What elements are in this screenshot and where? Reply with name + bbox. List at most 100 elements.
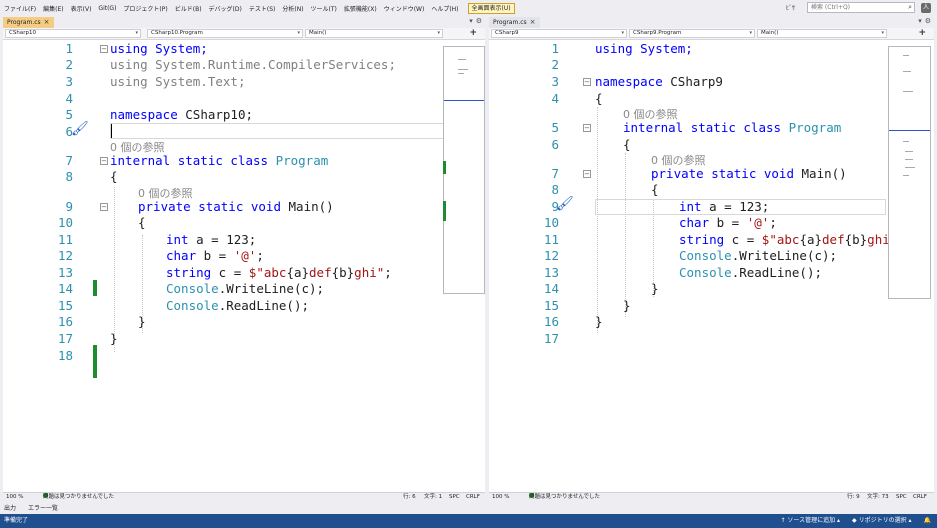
chevron-down-icon[interactable]: ▾ bbox=[469, 17, 473, 25]
column-indicator[interactable]: 文字: 1 bbox=[424, 493, 442, 502]
line-indicator[interactable]: 行: 9 bbox=[847, 493, 860, 502]
line-number: 6 bbox=[551, 137, 559, 152]
zoom-level[interactable]: 100 % bbox=[6, 493, 23, 502]
class-dropdown[interactable]: CSharp9.Program ▾ bbox=[629, 29, 755, 38]
chevron-down-icon: ▾ bbox=[437, 30, 440, 36]
close-icon[interactable]: × bbox=[44, 17, 50, 28]
code-text: char bbox=[679, 215, 710, 230]
whitespace-indicator[interactable]: SPC bbox=[449, 493, 460, 502]
menu-analyze[interactable]: 分析(N) bbox=[282, 4, 303, 13]
project-dropdown-value: CSharp9 bbox=[495, 30, 519, 36]
code-line-13: Console.ReadLine(); bbox=[679, 265, 822, 280]
minimap-viewport[interactable] bbox=[889, 47, 930, 131]
source-control-button[interactable]: ↑ ソース管理に追加 ▴ bbox=[780, 514, 840, 528]
code-text: a = 123; bbox=[701, 199, 770, 214]
menu-file[interactable]: ファイル(F) bbox=[4, 4, 36, 13]
code-text: {b} bbox=[331, 265, 355, 280]
line-number: 4 bbox=[65, 91, 73, 106]
menu-window[interactable]: ウィンドウ(W) bbox=[384, 4, 425, 13]
line-number: 2 bbox=[551, 57, 559, 72]
chevron-down-icon: ▾ bbox=[297, 30, 300, 36]
split-plus-icon[interactable]: + bbox=[469, 28, 477, 38]
gear-icon[interactable]: ⚙ bbox=[476, 17, 482, 25]
chevron-down-icon: ▾ bbox=[621, 30, 624, 36]
code-text: c = bbox=[211, 265, 249, 280]
current-line-highlight bbox=[110, 123, 444, 139]
collapse-icon[interactable]: − bbox=[100, 45, 108, 53]
line-number: 12 bbox=[543, 248, 559, 263]
collapse-icon[interactable]: − bbox=[100, 157, 108, 165]
line-ending-indicator[interactable]: CRLF bbox=[466, 493, 480, 502]
menu-project[interactable]: プロジェクト(P) bbox=[123, 4, 167, 13]
code-line-5: internal static class Program bbox=[623, 120, 841, 135]
column-indicator[interactable]: 文字: 73 bbox=[867, 493, 889, 502]
code-line-11: string c = $"abc{a}def{b}ghi"; bbox=[679, 232, 905, 247]
notification-icon[interactable]: 🔔 bbox=[924, 514, 931, 528]
code-line-4: { bbox=[595, 91, 603, 106]
line-indicator[interactable]: 行: 6 bbox=[403, 493, 416, 502]
whitespace-indicator[interactable]: SPC bbox=[896, 493, 907, 502]
tab-error-list[interactable]: エラー一覧 bbox=[28, 505, 58, 512]
code-line-3: namespace CSharp9 bbox=[595, 74, 723, 89]
split-plus-icon[interactable]: + bbox=[918, 28, 926, 38]
menubar-right: ﾋﾞｻ 検索 (Ctrl+Q) ⌕ 人 bbox=[786, 2, 931, 13]
indent-guide bbox=[114, 187, 115, 352]
line-number: 3 bbox=[551, 74, 559, 89]
menu-git[interactable]: Git(G) bbox=[98, 5, 116, 12]
project-dropdown[interactable]: CSharp10 ▾ bbox=[5, 29, 141, 38]
line-number: 15 bbox=[57, 298, 73, 313]
gear-icon[interactable]: ⚙ bbox=[925, 17, 931, 25]
code-text: using System; bbox=[110, 41, 208, 56]
quick-actions-brush-icon[interactable]: 🖌 bbox=[71, 121, 89, 137]
close-icon[interactable]: × bbox=[530, 17, 536, 28]
chevron-down-icon[interactable]: ▾ bbox=[918, 17, 922, 25]
code-text: ghi" bbox=[354, 265, 385, 280]
menu-debug[interactable]: デバッグ(D) bbox=[209, 4, 242, 13]
tab-program-cs-left[interactable]: Program.cs × bbox=[3, 17, 54, 28]
collapse-icon[interactable]: − bbox=[583, 78, 591, 86]
navigation-bar-right: CSharp9 ▾ CSharp9.Program ▾ Main() ▾ + bbox=[489, 28, 934, 40]
minimap-change-marker bbox=[443, 161, 446, 174]
class-dropdown[interactable]: CSharp10.Program ▾ bbox=[147, 29, 303, 38]
code-text: namespace bbox=[595, 74, 671, 89]
menu-help[interactable]: ヘルプ(H) bbox=[431, 4, 458, 13]
menu-view[interactable]: 表示(V) bbox=[71, 4, 92, 13]
tab-output[interactable]: 出力 bbox=[4, 505, 16, 512]
line-number: 7 bbox=[551, 166, 559, 181]
menu-edit[interactable]: 編集(E) bbox=[43, 4, 63, 13]
tab-label: Program.cs bbox=[493, 19, 527, 26]
minimap-left[interactable] bbox=[443, 46, 485, 294]
menu-test[interactable]: テスト(S) bbox=[249, 4, 276, 13]
collapse-icon[interactable]: − bbox=[583, 170, 591, 178]
minimap-mark bbox=[458, 59, 466, 60]
minimap-mark bbox=[458, 73, 464, 74]
line-number: 10 bbox=[57, 215, 73, 230]
collapse-icon[interactable]: − bbox=[100, 203, 108, 211]
minimap-right[interactable] bbox=[888, 46, 931, 299]
menu-extensions[interactable]: 拡張機能(X) bbox=[344, 4, 377, 13]
code-editor-left[interactable]: 🖌 1 2 3 4 5 6 7 8 9 10 11 12 13 14 15 16… bbox=[3, 41, 485, 492]
search-input[interactable]: 検索 (Ctrl+Q) ⌕ bbox=[807, 2, 915, 13]
collapse-icon[interactable]: − bbox=[583, 124, 591, 132]
full-screen-button[interactable]: 全画面表示(U) bbox=[467, 2, 515, 14]
line-ending-indicator[interactable]: CRLF bbox=[913, 493, 927, 502]
chevron-down-icon: ▾ bbox=[135, 30, 138, 36]
code-text: CSharp10; bbox=[185, 107, 253, 122]
line-number: 7 bbox=[65, 153, 73, 168]
code-editor-right[interactable]: 🖌 1 2 3 4 5 6 7 8 9 10 11 12 13 14 15 16… bbox=[489, 41, 934, 492]
avatar[interactable]: 人 bbox=[921, 2, 931, 13]
repository-button[interactable]: ◆ リポジトリの選択 ▴ bbox=[852, 514, 911, 528]
project-dropdown[interactable]: CSharp9 ▾ bbox=[491, 29, 627, 38]
code-line-13: string c = $"abc{a}def{b}ghi"; bbox=[166, 265, 392, 280]
minimap-mark bbox=[903, 175, 909, 176]
member-dropdown[interactable]: Main() ▾ bbox=[757, 29, 887, 38]
member-dropdown[interactable]: Main() ▾ bbox=[305, 29, 443, 38]
zoom-level[interactable]: 100 % bbox=[492, 493, 509, 502]
tab-program-cs-right[interactable]: Program.cs × bbox=[489, 17, 540, 28]
menu-tools[interactable]: ツール(T) bbox=[311, 4, 337, 13]
minimap-viewport[interactable] bbox=[444, 47, 484, 101]
code-line-8: { bbox=[110, 169, 118, 184]
code-text: {a} bbox=[799, 232, 823, 247]
code-line-14: } bbox=[651, 281, 659, 296]
menu-build[interactable]: ビルド(B) bbox=[175, 4, 202, 13]
